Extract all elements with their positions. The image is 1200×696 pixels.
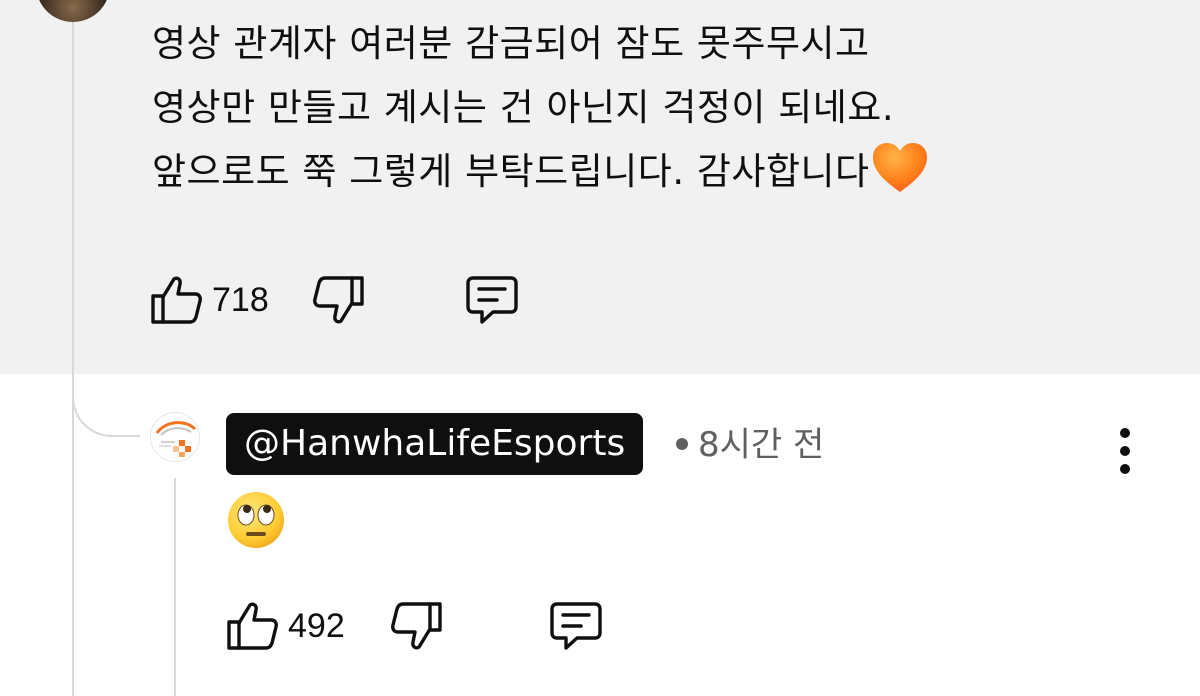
comment-icon[interactable] [465,275,519,325]
like-count: 718 [212,280,269,319]
thumbs-down-icon[interactable] [312,275,365,325]
comment-line: 영상 관계자 여러분 감금되어 잠도 못주무시고 [152,22,870,65]
parent-action-bar: 718 [150,274,519,326]
comment-line: 영상만 만들고 계시는 건 아닌지 걱정이 되네요. [152,86,895,129]
comment-line: 앞으로도 쭉 그렇게 부탁드립니다. 감사합니다 [152,140,1152,204]
reply-text [226,490,286,550]
like-count: 492 [288,606,345,645]
reply-avatar[interactable] [150,412,200,462]
thumbs-down-icon[interactable] [390,601,443,651]
orange-heart-emoji [872,143,927,192]
separator-dot [676,437,688,450]
hanwha-life-esports-logo [152,414,199,461]
comment-icon[interactable] [549,601,603,651]
thumbs-up-icon[interactable] [226,601,278,651]
reply-timestamp: 8시간 전 [698,425,825,465]
thumbs-up-icon[interactable] [150,275,202,325]
reply-author[interactable]: @HanwhaLifeEsports [226,413,644,475]
thread-connector [72,345,140,437]
reply-thread-line [174,478,176,696]
reply-action-bar: 492 [226,600,603,652]
comment-thread: 영상 관계자 여러분 감금되어 잠도 못주무시고 영상만 만들고 계시는 건 아… [0,0,1200,696]
reply-meta: 8시간 전 [676,420,824,470]
comment-line-text: 앞으로도 쭉 그렇게 부탁드립니다. 감사합니다 [152,150,870,193]
face-with-rolling-eyes-emoji [228,492,284,548]
parent-comment-text: 영상 관계자 여러분 감금되어 잠도 못주무시고 영상만 만들고 계시는 건 아… [152,12,1152,204]
more-vert-icon[interactable] [1112,428,1138,474]
